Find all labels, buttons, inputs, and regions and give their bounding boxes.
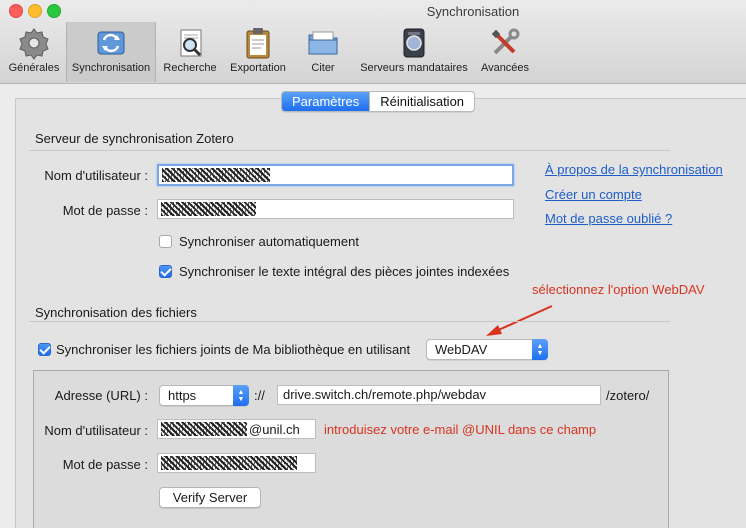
sync-icon (97, 31, 125, 55)
toolbar-item-synchronisation[interactable]: Synchronisation (66, 22, 156, 82)
webdav-url-field[interactable]: drive.switch.ch/remote.php/webdav (277, 385, 601, 405)
window-title: Synchronisation (426, 4, 520, 19)
masked-webdav-password (161, 456, 297, 470)
webdav-username-label: Nom d'utilisateur : (44, 423, 148, 438)
auto-sync-checkbox[interactable]: Synchroniser automatiquement (159, 234, 359, 249)
auto-sync-label: Synchroniser automatiquement (179, 234, 359, 249)
folder-icon (308, 31, 338, 55)
create-account-link[interactable]: Créer un compte (545, 187, 642, 202)
file-sync-section-title: Synchronisation des fichiers (35, 305, 197, 320)
email-domain-suffix: @unil.ch (249, 422, 300, 437)
webdav-username-field[interactable]: @unil.ch (157, 419, 316, 439)
email-instruction-annotation: introduisez votre e-mail @UNIL dans ce c… (324, 422, 597, 437)
toolbar-item-serveurs-mandataires[interactable]: Serveurs mandataires (356, 22, 472, 78)
sync-method-select[interactable]: WebDAV ▲ ▼ (426, 339, 548, 360)
chevron-up-down-icon: ▲ ▼ (233, 385, 249, 406)
title-bar: Synchronisation Générales Synchronisatio… (0, 0, 746, 84)
toolbar-item-recherche[interactable]: Recherche (160, 22, 220, 78)
server-icon (403, 28, 425, 58)
protocol-select[interactable]: https ▲ ▼ (159, 385, 249, 406)
section-divider (29, 321, 670, 322)
annotation-arrow-icon (486, 305, 553, 336)
section-divider (29, 150, 670, 151)
tab-parametres[interactable]: Paramètres (282, 92, 370, 111)
sync-method-value: WebDAV (435, 342, 488, 357)
verify-server-button[interactable]: Verify Server (159, 487, 261, 508)
webdav-instruction-annotation: sélectionnez l'option WebDAV (532, 282, 705, 297)
toolbar-item-avancees[interactable]: Avancées (475, 22, 535, 78)
tools-icon (491, 28, 520, 55)
zotero-password-field[interactable] (157, 199, 514, 219)
url-separator: :// (254, 388, 265, 403)
auto-sync-checkbox-box[interactable] (159, 235, 172, 248)
clipboard-icon (246, 28, 270, 59)
webdav-password-field[interactable] (157, 453, 316, 473)
zotero-password-label: Mot de passe : (62, 203, 148, 218)
toolbar-item-generales[interactable]: Générales (4, 22, 64, 78)
zotero-username-label: Nom d'utilisateur : (44, 168, 148, 183)
webdav-password-label: Mot de passe : (62, 457, 148, 472)
zotero-username-field[interactable] (157, 164, 514, 186)
file-sync-label: Synchroniser les fichiers joints de Ma b… (56, 342, 411, 357)
masked-email-prefix (161, 422, 247, 436)
fulltext-sync-label: Synchroniser le texte intégral des pièce… (179, 264, 510, 279)
tab-reinitialisation[interactable]: Réinitialisation (369, 92, 474, 111)
fulltext-sync-checkbox[interactable]: Synchroniser le texte intégral des pièce… (159, 264, 509, 279)
toolbar-item-exportation[interactable]: Exportation (224, 22, 292, 78)
forgot-password-link[interactable]: Mot de passe oublié ? (545, 211, 672, 226)
chevron-up-down-icon: ▲ ▼ (532, 339, 548, 360)
zotero-server-section-title: Serveur de synchronisation Zotero (35, 131, 234, 146)
file-sync-checkbox[interactable]: Synchroniser les fichiers joints de Ma b… (38, 342, 410, 357)
masked-password (161, 202, 256, 216)
masked-username (162, 168, 270, 182)
tab-bar: Paramètres Réinitialisation (281, 91, 476, 112)
protocol-value: https (168, 388, 197, 403)
url-suffix: /zotero/ (606, 388, 650, 403)
fulltext-sync-checkbox-box[interactable] (159, 265, 172, 278)
file-sync-checkbox-box[interactable] (38, 343, 51, 356)
about-sync-link[interactable]: À propos de la synchronisation (545, 162, 723, 177)
webdav-address-label: Adresse (URL) : (54, 388, 148, 403)
search-document-icon (180, 29, 202, 57)
gear-icon (19, 28, 49, 60)
toolbar-item-citer[interactable]: Citer (296, 22, 350, 78)
